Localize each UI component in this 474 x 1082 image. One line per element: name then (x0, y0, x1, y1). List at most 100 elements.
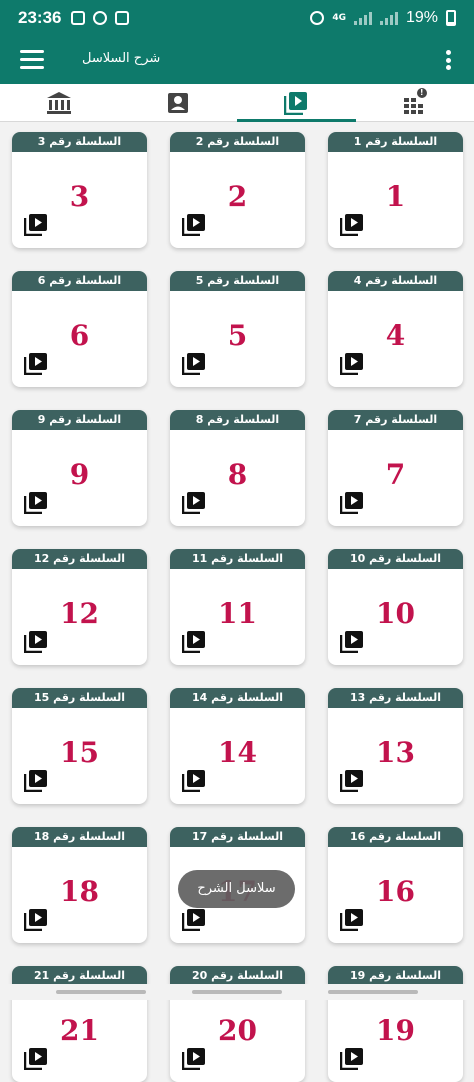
series-card[interactable]: السلسلة رقم 6 6 (12, 271, 147, 387)
play-video-icon[interactable] (182, 770, 206, 792)
network-type: 4G (332, 14, 346, 23)
series-card-number: 19 (328, 1014, 463, 1047)
nav-recent[interactable] (56, 990, 146, 994)
series-card[interactable]: السلسلة رقم 3 3 (12, 132, 147, 248)
series-card-number: 20 (170, 1014, 305, 1047)
play-video-icon[interactable] (182, 1048, 206, 1070)
series-card-label: السلسلة رقم 3 (12, 132, 147, 152)
hotspot-icon (310, 11, 324, 25)
tab-apps[interactable]: ! (356, 84, 474, 121)
signal-icon-2 (380, 11, 398, 25)
series-card-label: السلسلة رقم 21 (12, 966, 147, 986)
series-card-label: السلسلة رقم 8 (170, 410, 305, 430)
series-card-label: السلسلة رقم 20 (170, 966, 305, 986)
series-card-number: 21 (12, 1014, 147, 1047)
video-library-icon (284, 91, 308, 115)
series-card-label: السلسلة رقم 12 (12, 549, 147, 569)
play-video-icon[interactable] (24, 909, 48, 931)
series-card-label: السلسلة رقم 17 (170, 827, 305, 847)
play-video-icon[interactable] (182, 492, 206, 514)
series-card-label: السلسلة رقم 16 (328, 827, 463, 847)
play-video-icon[interactable] (182, 631, 206, 653)
series-card-number: 11 (170, 597, 305, 630)
series-card-number: 10 (328, 597, 463, 630)
tab-video-library[interactable] (237, 84, 356, 121)
play-video-icon[interactable] (24, 631, 48, 653)
series-card-number: 8 (170, 458, 305, 491)
play-video-icon[interactable] (340, 770, 364, 792)
series-card[interactable]: السلسلة رقم 9 9 (12, 410, 147, 526)
series-card[interactable]: السلسلة رقم 13 13 (328, 688, 463, 804)
play-video-icon[interactable] (340, 631, 364, 653)
play-video-icon[interactable] (340, 214, 364, 236)
series-card-label: السلسلة رقم 1 (328, 132, 463, 152)
tab-bar: ! (0, 84, 474, 122)
series-card-number: 2 (170, 180, 305, 213)
series-card-label: السلسلة رقم 13 (328, 688, 463, 708)
gmail-notification-icon (115, 11, 129, 25)
series-card-number: 12 (12, 597, 147, 630)
play-video-icon[interactable] (24, 353, 48, 375)
series-card-number: 13 (328, 736, 463, 769)
series-card[interactable]: السلسلة رقم 16 16 (328, 827, 463, 943)
series-card-label: السلسلة رقم 14 (170, 688, 305, 708)
play-video-icon[interactable] (340, 909, 364, 931)
play-video-icon[interactable] (24, 770, 48, 792)
series-card-label: السلسلة رقم 18 (12, 827, 147, 847)
series-card[interactable]: السلسلة رقم 77 (328, 410, 463, 526)
series-card-number: 18 (12, 875, 147, 908)
play-video-icon[interactable] (340, 492, 364, 514)
battery-percent: 19% (406, 9, 438, 27)
play-video-icon[interactable] (182, 214, 206, 236)
tab-library[interactable] (0, 84, 119, 121)
battery-icon (446, 10, 456, 26)
series-card-label: السلسلة رقم 7 (328, 410, 463, 430)
series-card-number: 5 (170, 319, 305, 352)
series-card[interactable]: السلسلة رقم 8 8 (170, 410, 305, 526)
series-card-number: 9 (12, 458, 147, 491)
status-bar: 23:36 4G 19% (0, 0, 474, 36)
series-card[interactable]: السلسلة رقم 14 14 (170, 688, 305, 804)
series-card[interactable]: السلسلة رقم 10 10 (328, 549, 463, 665)
toast-message: سلاسل الشرح (178, 870, 295, 908)
series-card[interactable]: السلسلة رقم 55 (170, 271, 305, 387)
series-card-label: السلسلة رقم 9 (12, 410, 147, 430)
more-options-icon[interactable] (446, 50, 452, 70)
series-card[interactable]: السلسلة رقم 12 12 (12, 549, 147, 665)
series-card-label: السلسلة رقم 4 (328, 271, 463, 291)
nav-back[interactable] (328, 990, 418, 994)
series-card-number: 6 (12, 319, 147, 352)
top-app-bar: 23:36 4G 19% شرح السلاسل (0, 0, 474, 84)
nav-home[interactable] (192, 990, 282, 994)
series-card-label: السلسلة رقم 15 (12, 688, 147, 708)
series-card[interactable]: السلسلة رقم 4 4 (328, 271, 463, 387)
play-video-icon[interactable] (182, 353, 206, 375)
b-notification-icon (93, 11, 107, 25)
series-card[interactable]: السلسلة رقم 1 1 (328, 132, 463, 248)
menu-icon[interactable] (20, 50, 44, 70)
system-nav-bar (0, 984, 474, 1000)
series-card[interactable]: السلسلة رقم 2 2 (170, 132, 305, 248)
play-video-icon[interactable] (340, 353, 364, 375)
series-card-label: السلسلة رقم 2 (170, 132, 305, 152)
series-card-number: 3 (12, 180, 147, 213)
series-card-number: 14 (170, 736, 305, 769)
series-card-number: 1 (328, 180, 463, 213)
series-card[interactable]: السلسلة رقم 18 18 (12, 827, 147, 943)
play-video-icon[interactable] (24, 492, 48, 514)
page-title: شرح السلاسل (82, 51, 160, 66)
play-video-icon[interactable] (24, 214, 48, 236)
app-bar: شرح السلاسل (0, 36, 474, 84)
play-video-icon[interactable] (340, 1048, 364, 1070)
series-card[interactable]: السلسلة رقم 1515 (12, 688, 147, 804)
series-card-number: 4 (328, 319, 463, 352)
tab-contact[interactable] (119, 84, 238, 121)
series-card-label: السلسلة رقم 10 (328, 549, 463, 569)
series-card-label: السلسلة رقم 6 (12, 271, 147, 291)
image-notification-icon (71, 11, 85, 25)
play-video-icon[interactable] (24, 1048, 48, 1070)
series-card[interactable]: السلسلة رقم 1111 (170, 549, 305, 665)
play-video-icon[interactable] (182, 909, 206, 931)
status-time: 23:36 (18, 8, 61, 28)
series-card-number: 16 (328, 875, 463, 908)
